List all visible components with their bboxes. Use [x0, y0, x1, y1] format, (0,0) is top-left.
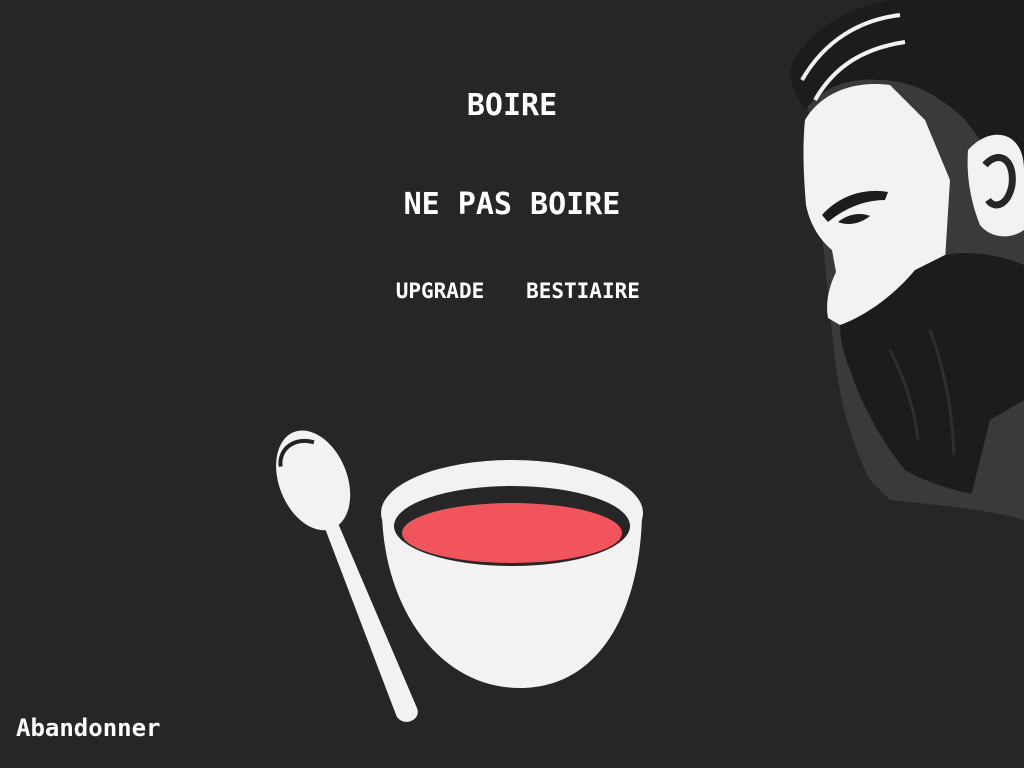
upgrade-button[interactable]: UPGRADE — [390, 278, 490, 304]
soup-bowl-icon — [381, 460, 643, 688]
bearded-man-portrait — [790, 0, 1024, 520]
quit-button[interactable]: Abandonner — [16, 713, 161, 743]
drink-button[interactable]: BOIRE — [412, 88, 612, 124]
bestiary-button[interactable]: BESTIAIRE — [523, 278, 643, 304]
game-screen: BOIRE NE PAS BOIRE UPGRADE BESTIAIRE Aba… — [0, 0, 1024, 768]
dont-drink-button[interactable]: NE PAS BOIRE — [382, 187, 642, 223]
soup-surface — [402, 503, 622, 563]
